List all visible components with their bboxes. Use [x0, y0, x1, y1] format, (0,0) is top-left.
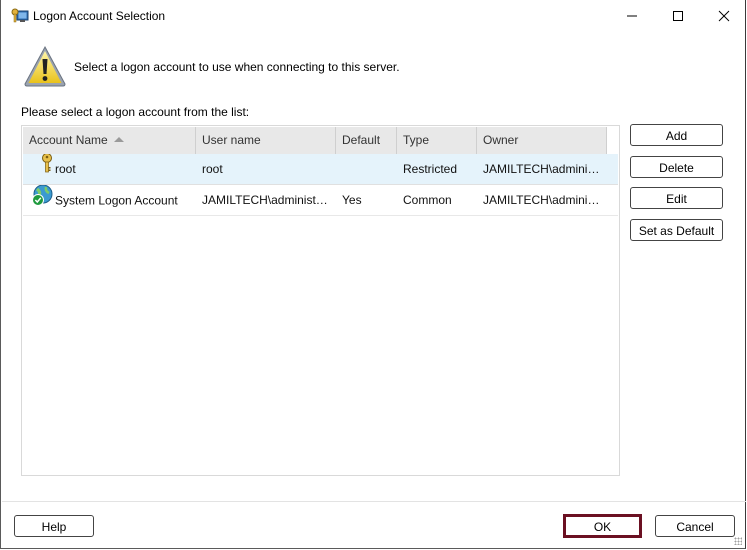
minimize-icon: [627, 15, 637, 17]
column-header-default[interactable]: Default: [336, 127, 397, 154]
help-button[interactable]: Help: [14, 515, 94, 537]
close-button[interactable]: [701, 0, 747, 32]
cell-type: Common: [403, 193, 452, 207]
table-row[interactable]: root root Restricted JAMILTECH\admini…: [23, 154, 618, 185]
window-title: Logon Account Selection: [33, 9, 166, 23]
table-row[interactable]: System Logon Account JAMILTECH\administ……: [23, 185, 618, 216]
cell-default: Yes: [342, 193, 362, 207]
account-name-text: root: [55, 162, 76, 176]
globe-check-icon: [31, 185, 53, 215]
maximize-button[interactable]: [655, 0, 701, 32]
cell-owner: JAMILTECH\admini…: [483, 193, 600, 207]
list-label: Please select a logon account from the l…: [21, 105, 250, 119]
account-name-text: System Logon Account: [55, 193, 178, 208]
dialog-window: Logon Account Selection Select a logon a…: [0, 0, 746, 549]
footer-separator: [2, 501, 746, 502]
maximize-icon: [673, 11, 683, 21]
minimize-button[interactable]: [609, 0, 655, 32]
cell-owner: JAMILTECH\admini…: [483, 162, 600, 176]
cell-account-name: System Logon Account: [23, 185, 196, 215]
cell-type: Restricted: [403, 162, 458, 176]
sort-ascending-icon: [113, 137, 124, 143]
cell-account-name: root: [23, 154, 196, 184]
column-header-type[interactable]: Type: [397, 127, 477, 154]
app-key-monitor-icon: [11, 8, 29, 24]
add-button[interactable]: Add: [630, 124, 723, 146]
list-header: Account Name User name Default Type Owne…: [23, 127, 607, 154]
column-header-account-name[interactable]: Account Name: [23, 127, 196, 154]
account-list[interactable]: Account Name User name Default Type Owne…: [21, 125, 620, 476]
set-as-default-button[interactable]: Set as Default: [630, 219, 723, 241]
cell-user-name: JAMILTECH\administ…: [202, 193, 328, 207]
column-header-label: Account Name: [29, 133, 108, 147]
cancel-button[interactable]: Cancel: [655, 515, 735, 537]
column-header-user-name[interactable]: User name: [196, 127, 336, 154]
warning-icon: [23, 44, 67, 88]
title-bar: Logon Account Selection: [1, 0, 747, 32]
close-icon: [718, 10, 730, 22]
ok-button[interactable]: OK: [563, 514, 642, 538]
delete-button[interactable]: Delete: [630, 156, 723, 178]
cell-default: [336, 154, 397, 184]
column-header-owner[interactable]: Owner: [477, 127, 607, 154]
edit-button[interactable]: Edit: [630, 187, 723, 209]
cell-user-name: root: [202, 162, 223, 176]
key-icon: [41, 154, 53, 184]
intro-text: Select a logon account to use when conne…: [74, 60, 400, 74]
resize-grip[interactable]: [734, 537, 742, 545]
